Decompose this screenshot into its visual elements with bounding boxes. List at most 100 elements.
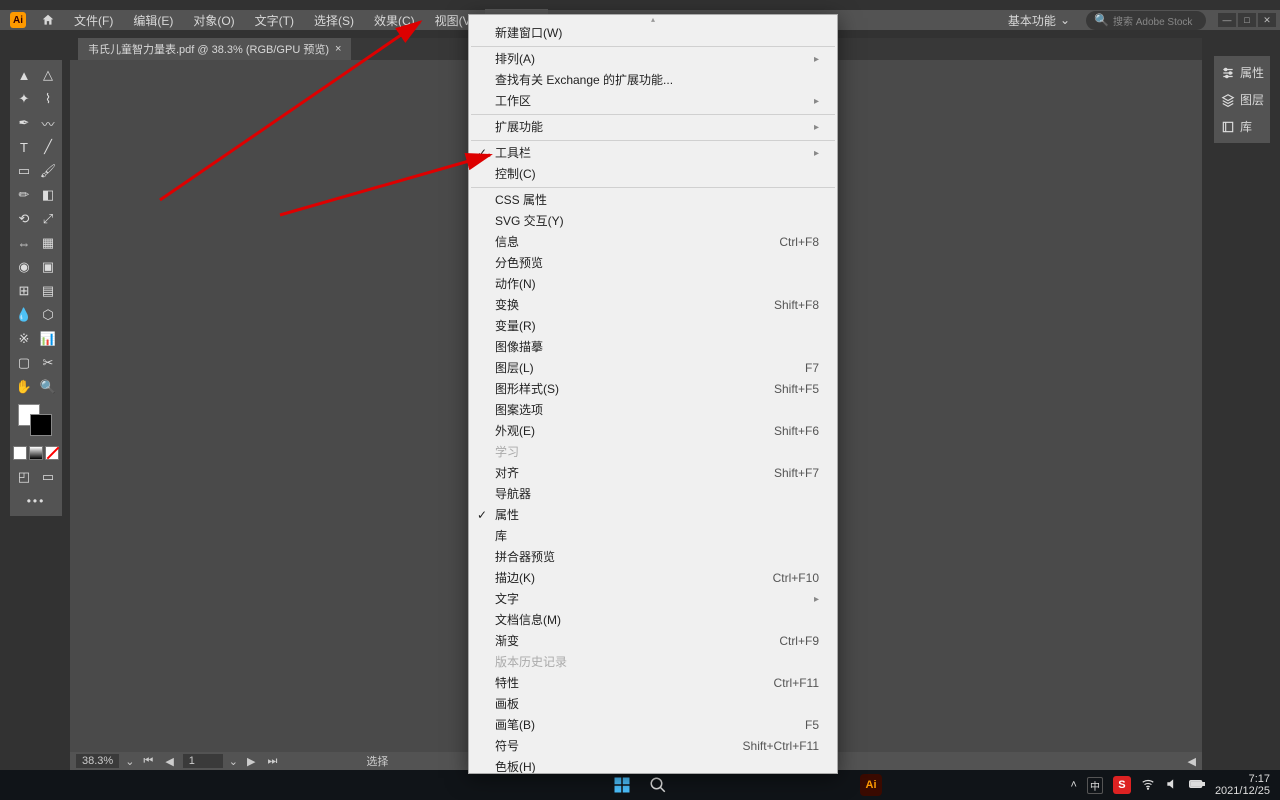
panel-properties[interactable]: 属性 (1218, 60, 1266, 85)
minimize-button[interactable]: — (1218, 13, 1236, 27)
menu-item[interactable]: 色板(H) (469, 757, 837, 774)
menu-item[interactable]: 图形样式(S)Shift+F5 (469, 379, 837, 400)
menu-file[interactable]: 文件(F) (64, 9, 123, 32)
menu-item[interactable]: 排列(A)▸ (469, 49, 837, 70)
free-transform-tool[interactable]: ▦ (37, 232, 59, 254)
menu-item[interactable]: 查找有关 Exchange 的扩展功能... (469, 70, 837, 91)
sogou-ime-icon[interactable]: S (1113, 776, 1131, 794)
rectangle-tool[interactable]: ▭ (13, 160, 35, 182)
eraser-tool[interactable]: ◧ (37, 184, 59, 206)
menu-item[interactable]: 画板 (469, 694, 837, 715)
close-button[interactable]: ✕ (1258, 13, 1276, 27)
artboard-tool[interactable]: ▢ (13, 352, 35, 374)
menu-item[interactable]: 信息Ctrl+F8 (469, 232, 837, 253)
menu-item[interactable]: 描边(K)Ctrl+F10 (469, 568, 837, 589)
menu-edit[interactable]: 编辑(E) (123, 9, 183, 32)
menu-item[interactable]: 画笔(B)F5 (469, 715, 837, 736)
stock-search[interactable]: 🔍 搜索 Adobe Stock (1086, 11, 1206, 30)
menu-item[interactable]: 扩展功能▸ (469, 117, 837, 138)
maximize-button[interactable]: □ (1238, 13, 1256, 27)
menu-item[interactable]: 新建窗口(W) (469, 23, 837, 44)
system-clock[interactable]: 7:17 2021/12/25 (1215, 773, 1270, 797)
shape-builder-tool[interactable]: ◉ (13, 256, 35, 278)
curvature-tool[interactable]: 〰 (37, 112, 59, 134)
edit-toolbar-icon[interactable]: ••• (12, 490, 60, 512)
first-page-icon[interactable]: ⏮ (140, 755, 156, 768)
lasso-tool[interactable]: ⌇ (37, 88, 59, 110)
shaper-tool[interactable]: ✏ (13, 184, 35, 206)
paintbrush-tool[interactable]: 🖌 (37, 160, 59, 182)
eyedropper-tool[interactable]: 💧 (13, 304, 35, 326)
page-number[interactable]: 1 (183, 754, 223, 768)
pen-tool[interactable]: ✒ (13, 112, 35, 134)
menu-object[interactable]: 对象(O) (183, 9, 244, 32)
next-page-icon[interactable]: ▶ (244, 755, 258, 768)
menu-item[interactable]: 对齐Shift+F7 (469, 463, 837, 484)
menu-item[interactable]: 渐变Ctrl+F9 (469, 631, 837, 652)
scroll-left-icon[interactable]: ◀ (1188, 755, 1196, 768)
screen-mode-icon[interactable]: ▭ (37, 466, 59, 488)
document-tab[interactable]: 韦氏儿童智力量表.pdf @ 38.3% (RGB/GPU 预览) × (78, 38, 351, 60)
menu-item[interactable]: 控制(C) (469, 164, 837, 185)
battery-icon[interactable] (1189, 778, 1205, 793)
slice-tool[interactable]: ✂ (37, 352, 59, 374)
stroke-swatch[interactable] (30, 414, 52, 436)
ime-indicator[interactable]: 中 (1087, 777, 1103, 794)
menu-item[interactable]: 工作区▸ (469, 91, 837, 112)
zoom-tool[interactable]: 🔍 (37, 376, 59, 398)
menu-item[interactable]: SVG 交互(Y) (469, 211, 837, 232)
panel-libraries[interactable]: 库 (1218, 114, 1266, 139)
menu-item[interactable]: 拼合器预览 (469, 547, 837, 568)
menu-item[interactable]: 图层(L)F7 (469, 358, 837, 379)
start-button[interactable] (611, 774, 633, 796)
menu-item[interactable]: 文字▸ (469, 589, 837, 610)
tab-close-icon[interactable]: × (335, 43, 341, 55)
menu-item[interactable]: 动作(N) (469, 274, 837, 295)
menu-item[interactable]: 图案选项 (469, 400, 837, 421)
menu-item[interactable]: 变换Shift+F8 (469, 295, 837, 316)
selection-tool[interactable]: ▲ (13, 64, 35, 86)
width-tool[interactable]: ⇔ (13, 232, 35, 254)
menu-select[interactable]: 选择(S) (304, 9, 364, 32)
page-dropdown-icon[interactable]: ⌄ (229, 755, 238, 768)
menu-item[interactable]: ✓工具栏▸ (469, 143, 837, 164)
color-white[interactable] (13, 446, 27, 460)
zoom-dropdown-icon[interactable]: ⌄ (125, 755, 134, 768)
type-tool[interactable]: T (13, 136, 35, 158)
color-none[interactable] (45, 446, 59, 460)
direct-selection-tool[interactable]: △ (37, 64, 59, 86)
menu-item[interactable]: 导航器 (469, 484, 837, 505)
workspace-switcher[interactable]: 基本功能 ⌄ (1000, 10, 1078, 31)
line-tool[interactable]: ╱ (37, 136, 59, 158)
home-icon[interactable] (38, 10, 58, 30)
fill-stroke-swatch[interactable] (16, 404, 56, 440)
menu-type[interactable]: 文字(T) (245, 9, 304, 32)
draw-mode-icon[interactable]: ◰ (13, 466, 35, 488)
menu-item[interactable]: 符号Shift+Ctrl+F11 (469, 736, 837, 757)
graph-tool[interactable]: 📊 (37, 328, 59, 350)
menu-item[interactable]: 库 (469, 526, 837, 547)
blend-tool[interactable]: ⬡ (37, 304, 59, 326)
gradient-tool[interactable]: ▤ (37, 280, 59, 302)
menu-item[interactable]: 分色预览 (469, 253, 837, 274)
menu-item[interactable]: ✓属性 (469, 505, 837, 526)
rotate-tool[interactable]: ⟲ (13, 208, 35, 230)
menu-item[interactable]: 外观(E)Shift+F6 (469, 421, 837, 442)
scale-tool[interactable]: ⤢ (37, 208, 59, 230)
magic-wand-tool[interactable]: ✦ (13, 88, 35, 110)
taskbar-search-icon[interactable] (647, 774, 669, 796)
menu-effect[interactable]: 效果(C) (364, 9, 425, 32)
menu-item[interactable]: 图像描摹 (469, 337, 837, 358)
tray-chevron-icon[interactable]: ˄ (1071, 779, 1077, 791)
color-gradient[interactable] (29, 446, 43, 460)
volume-icon[interactable] (1165, 777, 1179, 794)
wifi-icon[interactable] (1141, 777, 1155, 794)
prev-page-icon[interactable]: ◀ (162, 755, 176, 768)
taskbar-illustrator-icon[interactable]: Ai (860, 774, 882, 796)
last-page-icon[interactable]: ⏭ (264, 755, 280, 768)
zoom-level[interactable]: 38.3% (76, 754, 119, 768)
menu-item[interactable]: 特性Ctrl+F11 (469, 673, 837, 694)
mesh-tool[interactable]: ⊞ (13, 280, 35, 302)
symbol-sprayer-tool[interactable]: ※ (13, 328, 35, 350)
menu-item[interactable]: 文档信息(M) (469, 610, 837, 631)
